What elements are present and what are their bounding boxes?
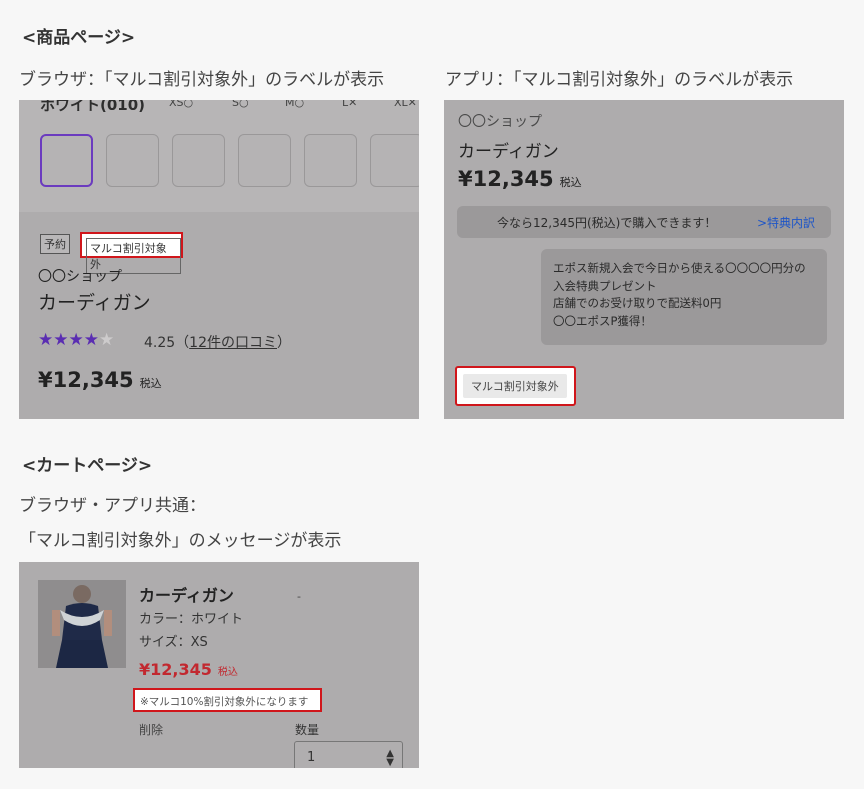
cart-product-name[interactable]: カーディガン xyxy=(139,582,234,606)
color-swatch[interactable] xyxy=(106,134,159,187)
shop-name[interactable]: 〇〇ショップ xyxy=(38,266,122,286)
marco-tag-label: マルコ割引対象外 xyxy=(463,374,567,398)
cart-price: ¥12,345 税込 xyxy=(139,660,238,679)
color-swatch[interactable] xyxy=(172,134,225,187)
cart-caption-line1: ブラウザ・アプリ共通： xyxy=(19,496,206,516)
promo-text: 今なら12,345円(税込)で購入できます！ xyxy=(497,216,717,230)
marco-discount-excluded-tag: マルコ割引対象外 xyxy=(455,366,576,406)
product-price: ¥12,345 税込 xyxy=(38,368,162,392)
tax-label: 税込 xyxy=(559,176,582,189)
epos-promo-banner: 今なら12,345円(税込)で購入できます！ >特典内訳 xyxy=(457,206,831,238)
product-name: カーディガン xyxy=(458,142,559,162)
marco-discount-excluded-tag: マルコ割引対象外 xyxy=(80,232,183,274)
benefit-balloon: エポス新規入会で今日から使える〇〇〇〇円分の 入会特典プレゼント 店舗でのお受け… xyxy=(541,249,827,345)
cardigan-photo xyxy=(38,580,126,668)
star-icon: ★ xyxy=(68,330,84,350)
browser-product-screenshot: ホワイト(010) XS○ S○ M○ L✕ XL✕ 予約 マルコ割引対象外 〇… xyxy=(19,100,419,419)
product-page-heading: <商品ページ> xyxy=(22,28,136,48)
benefit-line: 入会特典プレゼント xyxy=(553,278,657,293)
product-thumbnail[interactable] xyxy=(38,580,126,668)
color-swatch[interactable] xyxy=(370,134,419,187)
cart-caption-line2: 「マルコ割引対象外」のメッセージが表示 xyxy=(19,531,342,551)
cart-screenshot: カーディガン - カラー：ホワイト サイズ：XS ¥12,345 税込 ※マルコ1… xyxy=(19,562,419,768)
color-swatch[interactable] xyxy=(304,134,357,187)
quantity-value: 1 xyxy=(307,750,316,765)
cart-dash: - xyxy=(297,590,301,603)
star-icon: ★ xyxy=(38,330,54,350)
review-link[interactable]: 12件の口コミ xyxy=(189,335,277,351)
rating-stars: ★★★★★ xyxy=(38,330,114,350)
reserve-tag: 予約 xyxy=(40,234,70,254)
updown-chevron-icon: ▲ ▼ xyxy=(386,748,394,768)
quantity-label: 数量 xyxy=(295,723,320,737)
product-price: ¥12,345 税込 xyxy=(458,167,582,191)
size-option-xl[interactable]: XL✕ xyxy=(394,100,417,109)
browser-caption: ブラウザ：「マルコ割引対象外」のラベルが表示 xyxy=(19,70,385,90)
cart-size: サイズ：XS xyxy=(139,635,208,650)
app-caption: アプリ：「マルコ割引対象外」のラベルが表示 xyxy=(445,70,794,90)
tax-label: 税込 xyxy=(139,377,162,390)
color-swatch-selected[interactable] xyxy=(40,134,93,187)
cart-page-heading: <カートページ> xyxy=(22,456,153,476)
size-option-xs[interactable]: XS○ xyxy=(169,100,193,109)
product-name: カーディガン xyxy=(38,292,151,314)
benefit-details-link[interactable]: >特典内訳 xyxy=(757,214,815,231)
color-swatch[interactable] xyxy=(238,134,291,187)
marco-excluded-message: ※マルコ10%割引対象外になります xyxy=(133,688,322,712)
star-empty-icon: ★ xyxy=(99,330,115,350)
size-option-m[interactable]: M○ xyxy=(285,100,304,109)
delete-button[interactable]: 削除 xyxy=(139,721,163,738)
benefit-line: 店舗でのお受け取りで配送料0円 xyxy=(553,296,722,310)
rating-value: 4.25 xyxy=(144,335,176,351)
benefit-line: 〇〇エポスP獲得！ xyxy=(553,313,652,328)
cart-color: カラー：ホワイト xyxy=(139,612,244,627)
color-name: ホワイト(010) xyxy=(40,100,146,114)
benefit-line: エポス新規入会で今日から使える〇〇〇〇円分の xyxy=(553,261,806,275)
app-product-screenshot: 〇〇ショップ カーディガン ¥12,345 税込 今なら12,345円(税込)で購… xyxy=(444,100,844,419)
tax-label: 税込 xyxy=(217,667,238,678)
size-option-s[interactable]: S○ xyxy=(232,100,249,109)
quantity-select[interactable]: 1 ▲ ▼ xyxy=(294,741,403,768)
star-icon: ★ xyxy=(53,330,69,350)
rating-summary: 4.25（12件の口コミ） xyxy=(144,335,291,351)
shop-name[interactable]: 〇〇ショップ xyxy=(458,111,542,131)
star-icon: ★ xyxy=(83,330,99,350)
size-option-l[interactable]: L✕ xyxy=(342,100,357,109)
